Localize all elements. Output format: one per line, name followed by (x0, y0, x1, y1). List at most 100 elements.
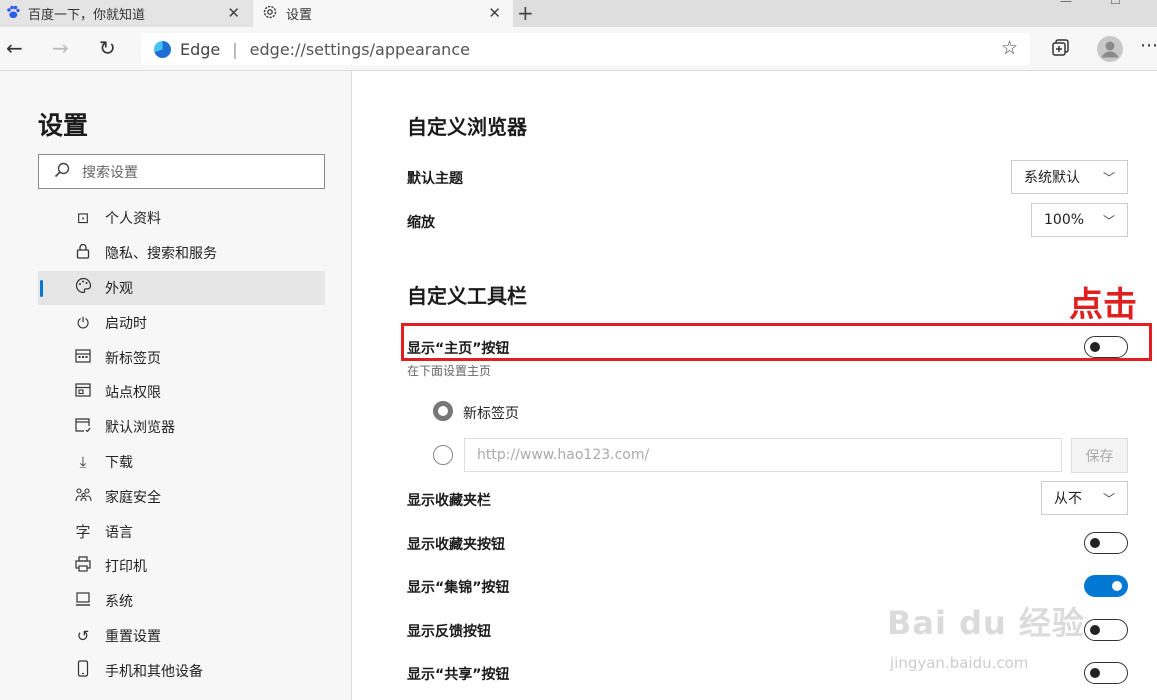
lock-icon (74, 243, 92, 263)
favorites-bar-dropdown[interactable]: 从不 ﹀ (1041, 481, 1128, 515)
url-text[interactable]: edge://settings/appearance (250, 40, 470, 59)
home-button-sub: 在下面设置主页 (407, 364, 492, 378)
sidebar-item-default-browser[interactable]: 默认浏览器 (38, 410, 325, 445)
sidebar-item-downloads[interactable]: ⤓ 下载 (38, 445, 325, 480)
download-icon: ⤓ (79, 452, 87, 471)
radio-new-tab[interactable] (433, 401, 453, 421)
share-label: 显示“共享”按钮 (407, 667, 510, 683)
baidu-paw-icon (6, 5, 20, 23)
collections-toggle[interactable] (1084, 575, 1128, 597)
default-browser-icon (74, 418, 92, 436)
annotation-click-label: 点击 (1069, 285, 1137, 325)
printer-icon (74, 556, 92, 576)
sidebar-item-label: 个人资料 (105, 211, 161, 228)
refresh-icon[interactable]: ↻ (99, 37, 116, 59)
sidebar-item-label: 隐私、搜索和服务 (105, 246, 217, 263)
chevron-down-icon: ﹀ (1102, 491, 1115, 506)
back-icon[interactable]: ← (6, 37, 23, 59)
sidebar-item-profile[interactable]: ⊡ 个人资料 (38, 201, 325, 236)
maximize-icon[interactable]: ☐ (1110, 0, 1121, 7)
sidebar-item-system[interactable]: 系统 (38, 584, 325, 619)
system-icon (74, 592, 92, 610)
sidebar-item-privacy[interactable]: 隐私、搜索和服务 (38, 236, 325, 271)
edge-logo-icon (154, 40, 171, 58)
sidebar-item-family-safety[interactable]: 家庭安全 (38, 479, 325, 514)
search-icon (54, 162, 70, 182)
forward-icon[interactable]: → (52, 37, 69, 59)
sidebar-item-startup[interactable]: ⏻ 启动时 (38, 305, 325, 340)
radio-new-tab-label: 新标签页 (463, 406, 519, 422)
address-bar[interactable]: Edge | edge://settings/appearance ☆ (141, 33, 1030, 65)
annotation-highlight-box (401, 323, 1152, 361)
sidebar-item-reset[interactable]: ↺ 重置设置 (38, 619, 325, 654)
favorites-bar-value: 从不 (1054, 491, 1082, 507)
sidebar-item-label: 家庭安全 (105, 489, 161, 506)
zoom-value: 100% (1044, 212, 1085, 228)
new-tab-button[interactable]: + (517, 1, 534, 25)
theme-dropdown[interactable]: 系统默认 ﹀ (1011, 160, 1128, 194)
search-placeholder: 搜索设置 (82, 164, 138, 181)
reset-icon: ↺ (76, 626, 90, 645)
collections-icon[interactable] (1051, 37, 1071, 61)
sidebar-item-label: 站点权限 (105, 385, 161, 402)
theme-value: 系统默认 (1024, 170, 1080, 186)
divider: | (232, 39, 238, 59)
section-heading-browser: 自定义浏览器 (407, 115, 527, 139)
sidebar-item-label: 新标签页 (105, 350, 161, 367)
sidebar-item-site-permissions[interactable]: 站点权限 (38, 375, 325, 410)
sidebar-item-label: 系统 (105, 594, 133, 611)
avatar[interactable] (1097, 36, 1123, 66)
zoom-dropdown[interactable]: 100% ﹀ (1031, 203, 1128, 237)
new-tab-icon (74, 348, 92, 367)
language-icon: 字 (75, 523, 91, 542)
sidebar-item-label: 手机和其他设备 (105, 663, 203, 680)
feedback-toggle[interactable] (1084, 619, 1128, 641)
tab-settings[interactable]: 设置 ✕ (253, 0, 513, 27)
site-permissions-icon (74, 383, 92, 401)
sidebar-item-label: 下载 (105, 454, 133, 471)
edge-brand-label: Edge (180, 39, 221, 59)
sidebar-item-printers[interactable]: 打印机 (38, 549, 325, 584)
favorite-star-icon[interactable]: ☆ (1001, 37, 1018, 59)
close-icon[interactable]: ✕ (488, 4, 501, 22)
chevron-down-icon: ﹀ (1102, 170, 1115, 185)
sidebar-item-phone-devices[interactable]: 手机和其他设备 (38, 653, 325, 688)
sidebar-item-label: 默认浏览器 (105, 420, 175, 437)
settings-menu: ⊡ 个人资料 隐私、搜索和服务 外观 ⏻ 启动时 新标签页 站点权限 默认浏览器… (38, 201, 325, 688)
radio-custom-url[interactable] (433, 445, 453, 465)
gear-icon (262, 4, 278, 24)
baidu-watermark: Bai du 经验 (887, 604, 1085, 642)
share-toggle[interactable] (1084, 662, 1128, 684)
sidebar-item-label: 语言 (105, 524, 133, 541)
minimize-icon[interactable]: — (1060, 0, 1072, 8)
page-title: 设置 (38, 111, 89, 140)
sidebar-item-languages[interactable]: 字 语言 (38, 514, 325, 549)
theme-label: 默认主题 (407, 171, 463, 187)
navigation-bar: ← → ↻ Edge | edge://settings/appearance … (0, 27, 1157, 71)
sidebar-item-label: 外观 (105, 280, 133, 297)
family-icon (74, 487, 92, 506)
section-heading-toolbar: 自定义工具栏 (407, 284, 527, 308)
tab-title: 设置 (286, 8, 313, 23)
favorites-bar-label: 显示收藏夹栏 (407, 493, 491, 509)
settings-content: 自定义浏览器 默认主题 系统默认 ﹀ 缩放 100% ﹀ 自定义工具栏 显示“主… (353, 71, 1157, 700)
zoom-label: 缩放 (407, 215, 435, 231)
sidebar-item-label: 启动时 (105, 315, 147, 332)
url-placeholder: http://www.hao123.com/ (477, 447, 650, 463)
tab-title: 百度一下，你就知道 (28, 8, 146, 23)
favorites-button-label: 显示收藏夹按钮 (407, 537, 505, 553)
collections-label: 显示“集锦”按钮 (407, 580, 510, 596)
sidebar-item-label: 打印机 (105, 559, 147, 576)
sidebar-item-new-tab[interactable]: 新标签页 (38, 340, 325, 375)
close-icon[interactable]: ✕ (227, 4, 240, 22)
save-button[interactable]: 保存 (1071, 438, 1128, 473)
phone-icon (74, 660, 92, 681)
favorites-button-toggle[interactable] (1084, 532, 1128, 554)
homepage-url-input[interactable]: http://www.hao123.com/ (464, 438, 1062, 472)
tab-baidu[interactable]: 百度一下，你就知道 ✕ (0, 0, 252, 27)
profile-icon: ⊡ (76, 209, 90, 228)
sidebar-item-appearance[interactable]: 外观 (38, 270, 325, 306)
search-input[interactable]: 搜索设置 (38, 154, 325, 189)
more-menu-icon[interactable]: ⋯ (1140, 35, 1157, 57)
palette-icon (74, 277, 92, 298)
